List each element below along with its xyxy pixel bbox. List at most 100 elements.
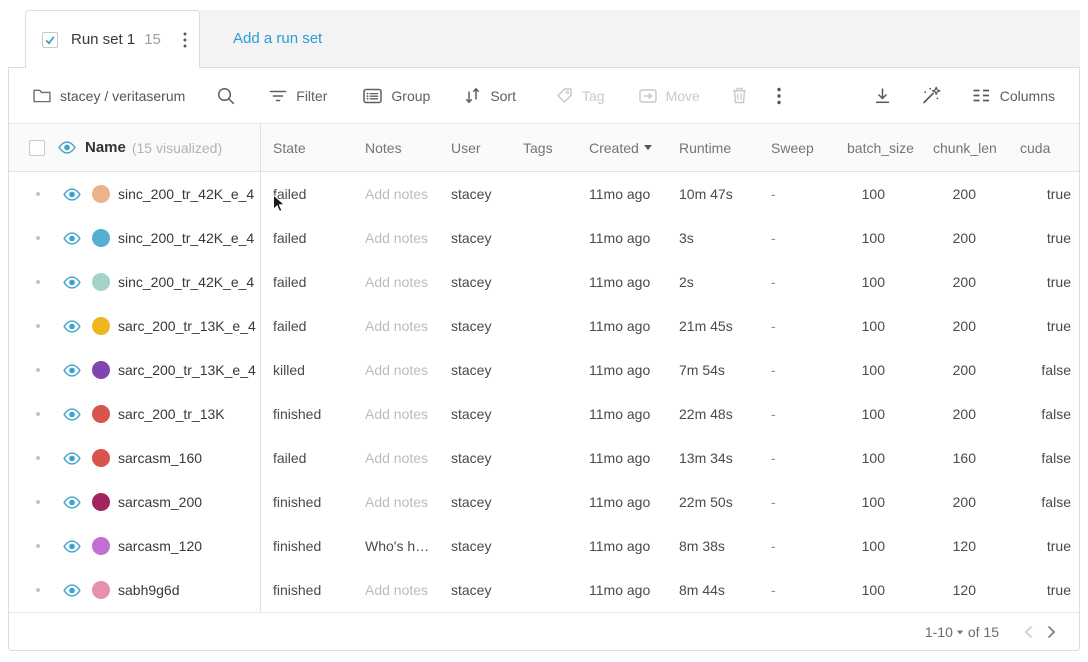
sweep-cell: - [755,274,843,290]
notes-cell[interactable]: Add notes [357,230,445,246]
notes-cell[interactable]: Add notes [357,406,445,422]
sweep-column-header[interactable]: Sweep [755,140,843,156]
drag-handle-dot[interactable] [36,324,40,328]
runtime-cell: 3s [663,230,755,246]
run-color-dot[interactable] [92,185,110,203]
run-name-link[interactable]: sarc_200_tr_13K_e_4 [118,362,260,378]
drag-handle-dot[interactable] [36,500,40,504]
run-set-menu-kebab-icon[interactable] [183,32,187,48]
visibility-eye-icon[interactable] [62,363,82,378]
cuda-column-header[interactable]: cuda [1018,140,1081,156]
run-color-dot[interactable] [92,449,110,467]
visibility-eye-icon[interactable] [62,407,82,422]
run-name-link[interactable]: sinc_200_tr_42K_e_4 [118,274,260,290]
visibility-eye-icon[interactable] [62,231,82,246]
batch-size-cell: 100 [843,318,933,334]
drag-handle-dot[interactable] [36,544,40,548]
batch-size-column-header[interactable]: batch_size [843,140,933,156]
visibility-eye-icon[interactable] [62,187,82,202]
run-set-checkbox[interactable] [42,32,58,48]
cuda-cell: true [1018,538,1081,554]
notes-cell[interactable]: Add notes [357,362,445,378]
notes-cell[interactable]: Add notes [357,274,445,290]
group-button[interactable]: Group [363,88,430,104]
notes-cell[interactable]: Add notes [357,450,445,466]
run-color-dot[interactable] [92,581,110,599]
runtime-column-header[interactable]: Runtime [663,140,755,156]
visibility-eye-icon[interactable] [62,275,82,290]
table-row: sarc_200_tr_13K finished Add notes stace… [9,392,1079,436]
sweep-cell: - [755,230,843,246]
drag-handle-dot[interactable] [36,368,40,372]
run-name-link[interactable]: sarc_200_tr_13K_e_4 [118,318,260,334]
tab-run-set-1[interactable]: Run set 1 15 [25,10,200,68]
run-color-dot[interactable] [92,537,110,555]
name-column-header[interactable]: Name [85,139,126,156]
columns-button[interactable]: Columns [972,88,1055,104]
run-name-link[interactable]: sinc_200_tr_42K_e_4 [118,230,260,246]
auto-visualize-button[interactable] [921,86,942,105]
visibility-eye-icon[interactable] [57,140,77,155]
delete-button[interactable] [732,87,747,104]
drag-handle-dot[interactable] [36,192,40,196]
run-color-dot[interactable] [92,273,110,291]
drag-handle-dot[interactable] [36,456,40,460]
notes-column-header[interactable]: Notes [357,140,445,156]
previous-page-button[interactable] [1017,625,1040,639]
search-button[interactable] [217,87,235,105]
run-name-cell: sinc_200_tr_42K_e_4 [9,172,261,216]
visibility-eye-icon[interactable] [62,539,82,554]
tag-icon [556,87,573,104]
notes-cell[interactable]: Who's h… [357,538,445,554]
search-icon [217,87,235,105]
run-color-dot[interactable] [92,229,110,247]
drag-handle-dot[interactable] [36,236,40,240]
user-column-header[interactable]: User [445,140,511,156]
cuda-cell: true [1018,582,1081,598]
run-color-dot[interactable] [92,493,110,511]
drag-handle-dot[interactable] [36,280,40,284]
drag-handle-dot[interactable] [36,588,40,592]
run-name-link[interactable]: sarcasm_120 [118,538,260,554]
project-breadcrumb[interactable]: stacey / veritaserum [33,88,185,104]
magic-wand-icon [921,86,942,105]
select-all-checkbox[interactable] [29,140,45,156]
tag-button[interactable]: Tag [556,87,605,104]
state-cell: finished [261,582,357,598]
next-page-button[interactable] [1040,625,1063,639]
notes-cell[interactable]: Add notes [357,318,445,334]
run-name-link[interactable]: sarcasm_200 [118,494,260,510]
run-name-link[interactable]: sabh9g6d [118,582,260,598]
run-color-dot[interactable] [92,405,110,423]
notes-cell[interactable]: Add notes [357,494,445,510]
created-column-header[interactable]: Created [573,140,663,156]
filter-button[interactable]: Filter [269,88,327,104]
run-color-dot[interactable] [92,317,110,335]
export-button[interactable] [874,87,891,104]
page-range-dropdown[interactable]: 1-10 [925,624,968,640]
visibility-eye-icon[interactable] [62,319,82,334]
move-button[interactable]: Move [639,88,700,104]
tags-column-header[interactable]: Tags [511,140,573,156]
batch-size-cell: 100 [843,230,933,246]
run-name-link[interactable]: sarc_200_tr_13K [118,406,260,422]
state-column-header[interactable]: State [261,140,357,156]
sort-button[interactable]: Sort [464,87,516,104]
add-run-set-link[interactable]: Add a run set [233,30,322,47]
drag-handle-dot[interactable] [36,412,40,416]
notes-cell[interactable]: Add notes [357,186,445,202]
more-actions-kebab-icon[interactable] [777,87,781,105]
visibility-eye-icon[interactable] [62,495,82,510]
visibility-eye-icon[interactable] [62,451,82,466]
run-name-link[interactable]: sinc_200_tr_42K_e_4 [118,186,260,202]
page-range-caret-icon [957,631,963,635]
chunk-len-column-header[interactable]: chunk_len [933,140,1018,156]
state-cell: finished [261,538,357,554]
run-name-link[interactable]: sarcasm_160 [118,450,260,466]
visibility-eye-icon[interactable] [62,583,82,598]
state-cell: failed [261,274,357,290]
run-set-panel: stacey / veritaserum Filter [8,68,1080,651]
notes-cell[interactable]: Add notes [357,582,445,598]
pagination-footer: 1-10 of 15 [9,612,1079,650]
run-color-dot[interactable] [92,361,110,379]
